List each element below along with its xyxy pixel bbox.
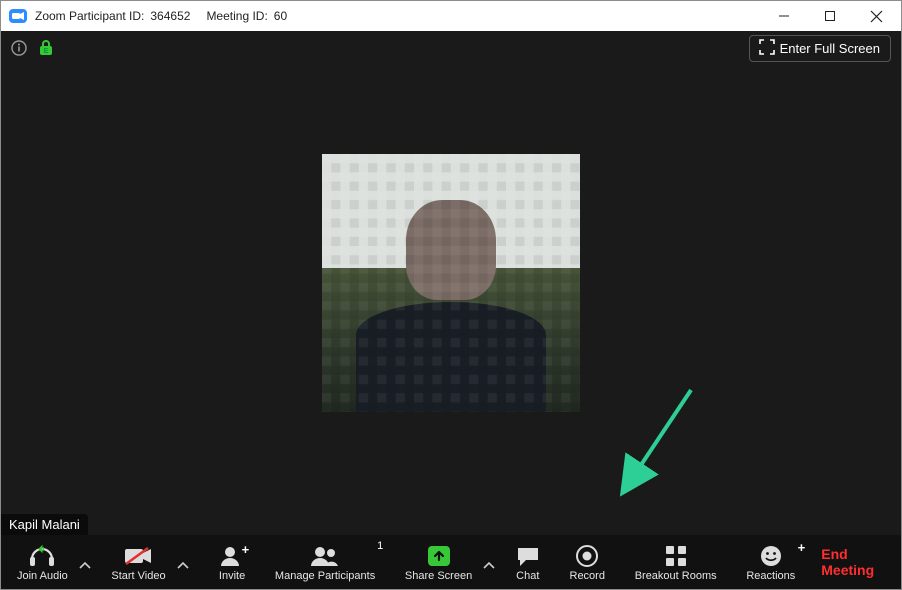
window-titlebar: Zoom Participant ID: 364652 Meeting ID: 60 [1, 1, 901, 31]
breakout-rooms-label: Breakout Rooms [635, 570, 717, 582]
participants-count-badge: 1 [377, 540, 383, 552]
chat-label: Chat [516, 570, 539, 582]
share-options-chevron[interactable] [482, 554, 496, 570]
invite-label: Invite [219, 570, 245, 582]
reactions-label: Reactions [746, 570, 795, 582]
minimize-button[interactable] [761, 1, 807, 31]
participant-name-text: Kapil Malani [9, 517, 80, 532]
share-screen-button[interactable]: Share Screen [395, 540, 482, 584]
zoom-logo-icon [9, 9, 27, 23]
meeting-id-label: Meeting ID: [206, 9, 267, 23]
record-button[interactable]: Record [560, 540, 615, 584]
share-screen-icon [427, 544, 451, 568]
participant-video-tile[interactable] [322, 154, 580, 412]
video-options-chevron[interactable] [176, 554, 190, 570]
plus-icon: + [798, 540, 806, 555]
manage-participants-label: Manage Participants [275, 570, 375, 582]
breakout-rooms-button[interactable]: Breakout Rooms [625, 540, 727, 584]
chevron-up-icon [80, 562, 90, 570]
encryption-lock-icon[interactable]: E [39, 40, 53, 56]
audio-options-chevron[interactable] [78, 554, 92, 570]
pixelation-overlay [322, 154, 580, 412]
share-screen-label: Share Screen [405, 570, 472, 582]
annotation-arrow [621, 385, 711, 495]
people-icon [310, 544, 340, 568]
info-icon[interactable] [11, 40, 27, 56]
headphones-icon [29, 544, 55, 568]
chat-button[interactable]: Chat [506, 540, 550, 584]
join-audio-button[interactable]: Join Audio [7, 540, 78, 584]
participant-id-value: 364652 [150, 9, 190, 23]
window-title: Zoom Participant ID: 364652 Meeting ID: 60 [35, 9, 293, 23]
smiley-icon [760, 544, 782, 568]
video-off-icon [124, 544, 152, 568]
participant-id-label: Zoom Participant ID: [35, 9, 144, 23]
meeting-video-area: E Enter Full Screen [1, 31, 901, 535]
end-meeting-label: End Meeting [821, 546, 874, 578]
zoom-meeting-window: Zoom Participant ID: 364652 Meeting ID: 60… [0, 0, 902, 590]
close-button[interactable] [853, 1, 899, 31]
meeting-id-value: 60 [274, 9, 287, 23]
fullscreen-label: Enter Full Screen [780, 41, 880, 56]
manage-participants-button[interactable]: 1 Manage Participants [265, 540, 385, 584]
record-icon [576, 544, 598, 568]
end-meeting-button[interactable]: End Meeting [805, 546, 895, 578]
meeting-toolbar: Join Audio Start Video + Invite 1 [1, 535, 901, 589]
chat-icon [516, 544, 540, 568]
invite-button[interactable]: + Invite [209, 540, 255, 584]
meeting-top-bar: E Enter Full Screen [1, 31, 901, 65]
grid-icon [665, 544, 687, 568]
enter-fullscreen-button[interactable]: Enter Full Screen [749, 35, 891, 62]
start-video-label: Start Video [111, 570, 165, 582]
fullscreen-icon [760, 40, 774, 57]
record-label: Record [570, 570, 605, 582]
reactions-button[interactable]: + Reactions [736, 540, 805, 584]
svg-text:E: E [44, 48, 49, 55]
maximize-button[interactable] [807, 1, 853, 31]
chevron-up-icon [484, 562, 494, 570]
participant-name-label: Kapil Malani [1, 514, 88, 535]
plus-icon: + [242, 542, 250, 557]
start-video-button[interactable]: Start Video [101, 540, 175, 584]
person-icon [220, 544, 244, 568]
join-audio-label: Join Audio [17, 570, 68, 582]
chevron-up-icon [178, 562, 188, 570]
